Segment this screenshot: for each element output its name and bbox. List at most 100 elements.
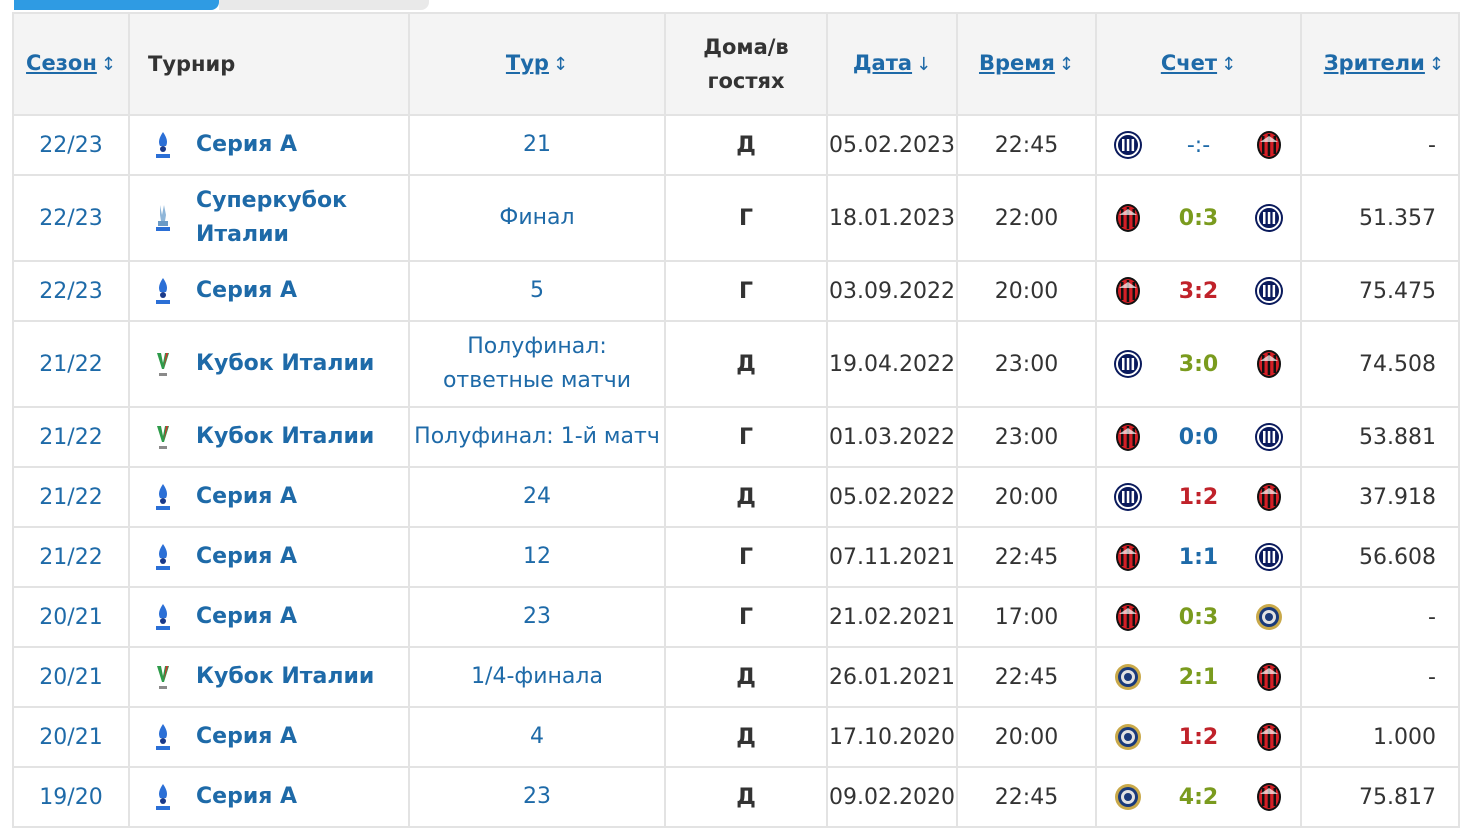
sort-spectators-link[interactable]: Зрители	[1324, 51, 1425, 75]
season-link[interactable]: 20/21	[39, 725, 102, 750]
score-link[interactable]: 4:2	[1179, 785, 1218, 810]
sort-unsorted-icon[interactable]: ↕	[101, 54, 116, 75]
season-link[interactable]: 20/21	[39, 605, 102, 630]
season-link[interactable]: 20/21	[39, 665, 102, 690]
score-cell: 4:2	[1095, 766, 1302, 828]
time-cell: 22:45	[956, 526, 1097, 588]
home-away-cell: Д	[664, 706, 828, 768]
milan-badge-icon[interactable]	[1113, 602, 1143, 632]
tournament-link[interactable]: Суперкубок Италии	[196, 184, 408, 252]
inter-badge-icon[interactable]	[1254, 422, 1284, 452]
inter-old-badge-icon[interactable]	[1113, 722, 1143, 752]
score-link[interactable]: 3:0	[1179, 352, 1218, 377]
tournament-link[interactable]: Серия А	[196, 780, 297, 814]
score-cell: -:-	[1095, 114, 1302, 176]
tournament-cell: Серия А	[128, 586, 410, 648]
tournament-link[interactable]: Серия А	[196, 720, 297, 754]
score-link[interactable]: 1:2	[1179, 485, 1218, 510]
season-link[interactable]: 21/22	[39, 485, 102, 510]
score-link[interactable]: 1:2	[1179, 725, 1218, 750]
score-link[interactable]: 0:0	[1179, 425, 1218, 450]
sort-season-link[interactable]: Сезон	[26, 51, 97, 75]
season-link[interactable]: 22/23	[39, 133, 102, 158]
matches-table: Сезон ↕ Турнир Тур ↕ Дома/в гостях Дата ↓ В…	[12, 12, 1460, 828]
score-link[interactable]: 1:1	[1179, 545, 1218, 570]
sort-date-link[interactable]: Дата	[853, 51, 912, 75]
round-cell: Полуфинал: 1-й матч	[408, 406, 666, 468]
time-cell: 20:00	[956, 706, 1097, 768]
score-link[interactable]: -:-	[1187, 133, 1210, 158]
inter-badge-icon[interactable]	[1254, 542, 1284, 572]
round-link[interactable]: Финал	[499, 205, 574, 230]
season-link[interactable]: 21/22	[39, 352, 102, 377]
season-cell: 20/21	[12, 706, 130, 768]
sort-unsorted-icon[interactable]: ↕	[553, 54, 568, 75]
sort-unsorted-icon[interactable]: ↕	[1059, 54, 1074, 75]
tab-strip	[0, 0, 1460, 12]
milan-badge-icon[interactable]	[1254, 482, 1284, 512]
season-link[interactable]: 22/23	[39, 206, 102, 231]
tournament-link[interactable]: Кубок Италии	[196, 347, 374, 381]
milan-badge-icon[interactable]	[1254, 782, 1284, 812]
inter-badge-icon[interactable]	[1254, 276, 1284, 306]
milan-badge-icon[interactable]	[1113, 422, 1143, 452]
sort-round-link[interactable]: Тур	[506, 51, 549, 75]
round-link[interactable]: 24	[523, 484, 551, 509]
tournament-link[interactable]: Кубок Италии	[196, 420, 374, 454]
milan-badge-icon[interactable]	[1113, 276, 1143, 306]
score-link[interactable]: 0:3	[1179, 206, 1218, 231]
milan-badge-icon[interactable]	[1254, 349, 1284, 379]
season-link[interactable]: 21/22	[39, 545, 102, 570]
tournament-link[interactable]: Серия А	[196, 480, 297, 514]
milan-badge-icon[interactable]	[1113, 203, 1143, 233]
sort-unsorted-icon[interactable]: ↕	[1221, 54, 1236, 75]
season-link[interactable]: 22/23	[39, 279, 102, 304]
round-link[interactable]: 12	[523, 544, 551, 569]
tournament-link[interactable]: Серия А	[196, 128, 297, 162]
tournament-link[interactable]: Серия А	[196, 540, 297, 574]
milan-badge-icon[interactable]	[1254, 662, 1284, 692]
score-link[interactable]: 0:3	[1179, 605, 1218, 630]
tournament-link[interactable]: Серия А	[196, 600, 297, 634]
inter-old-badge-icon[interactable]	[1254, 602, 1284, 632]
sort-unsorted-icon[interactable]: ↕	[1429, 54, 1444, 75]
tournament-link[interactable]: Кубок Италии	[196, 660, 374, 694]
milan-badge-icon[interactable]	[1254, 722, 1284, 752]
round-link[interactable]: 21	[523, 132, 551, 157]
spectators-cell: -	[1300, 586, 1460, 648]
score-link[interactable]: 2:1	[1179, 665, 1218, 690]
round-link[interactable]: 1/4-финала	[471, 664, 603, 689]
inter-badge-icon[interactable]	[1113, 482, 1143, 512]
round-link[interactable]: 23	[523, 604, 551, 629]
sort-score-link[interactable]: Счет	[1161, 51, 1217, 75]
tab-inactive[interactable]	[219, 0, 429, 10]
home-away-cell: Г	[664, 586, 828, 648]
inter-old-badge-icon[interactable]	[1113, 662, 1143, 692]
serie-a-icon	[152, 482, 174, 512]
score-cell: 0:3	[1095, 174, 1302, 262]
date-cell: 17.10.2020	[826, 706, 958, 768]
score-link[interactable]: 3:2	[1179, 279, 1218, 304]
milan-badge-icon[interactable]	[1113, 542, 1143, 572]
milan-badge-icon[interactable]	[1254, 130, 1284, 160]
inter-old-badge-icon[interactable]	[1113, 782, 1143, 812]
season-link[interactable]: 19/20	[39, 785, 102, 810]
round-link[interactable]: 5	[530, 278, 544, 303]
season-cell: 22/23	[12, 114, 130, 176]
season-link[interactable]: 21/22	[39, 425, 102, 450]
round-link[interactable]: 23	[523, 784, 551, 809]
date-cell: 09.02.2020	[826, 766, 958, 828]
sort-desc-icon[interactable]: ↓	[916, 54, 931, 75]
round-link[interactable]: 4	[530, 724, 544, 749]
inter-badge-icon[interactable]	[1113, 130, 1143, 160]
home-away-cell: Д	[664, 466, 828, 528]
round-link[interactable]: Полуфинал: ответные матчи	[443, 334, 631, 393]
season-cell: 20/21	[12, 646, 130, 708]
spectators-cell: 56.608	[1300, 526, 1460, 588]
round-link[interactable]: Полуфинал: 1-й матч	[414, 424, 660, 449]
inter-badge-icon[interactable]	[1113, 349, 1143, 379]
tab-active[interactable]	[14, 0, 219, 10]
sort-time-link[interactable]: Время	[979, 51, 1055, 75]
inter-badge-icon[interactable]	[1254, 203, 1284, 233]
tournament-link[interactable]: Серия А	[196, 274, 297, 308]
